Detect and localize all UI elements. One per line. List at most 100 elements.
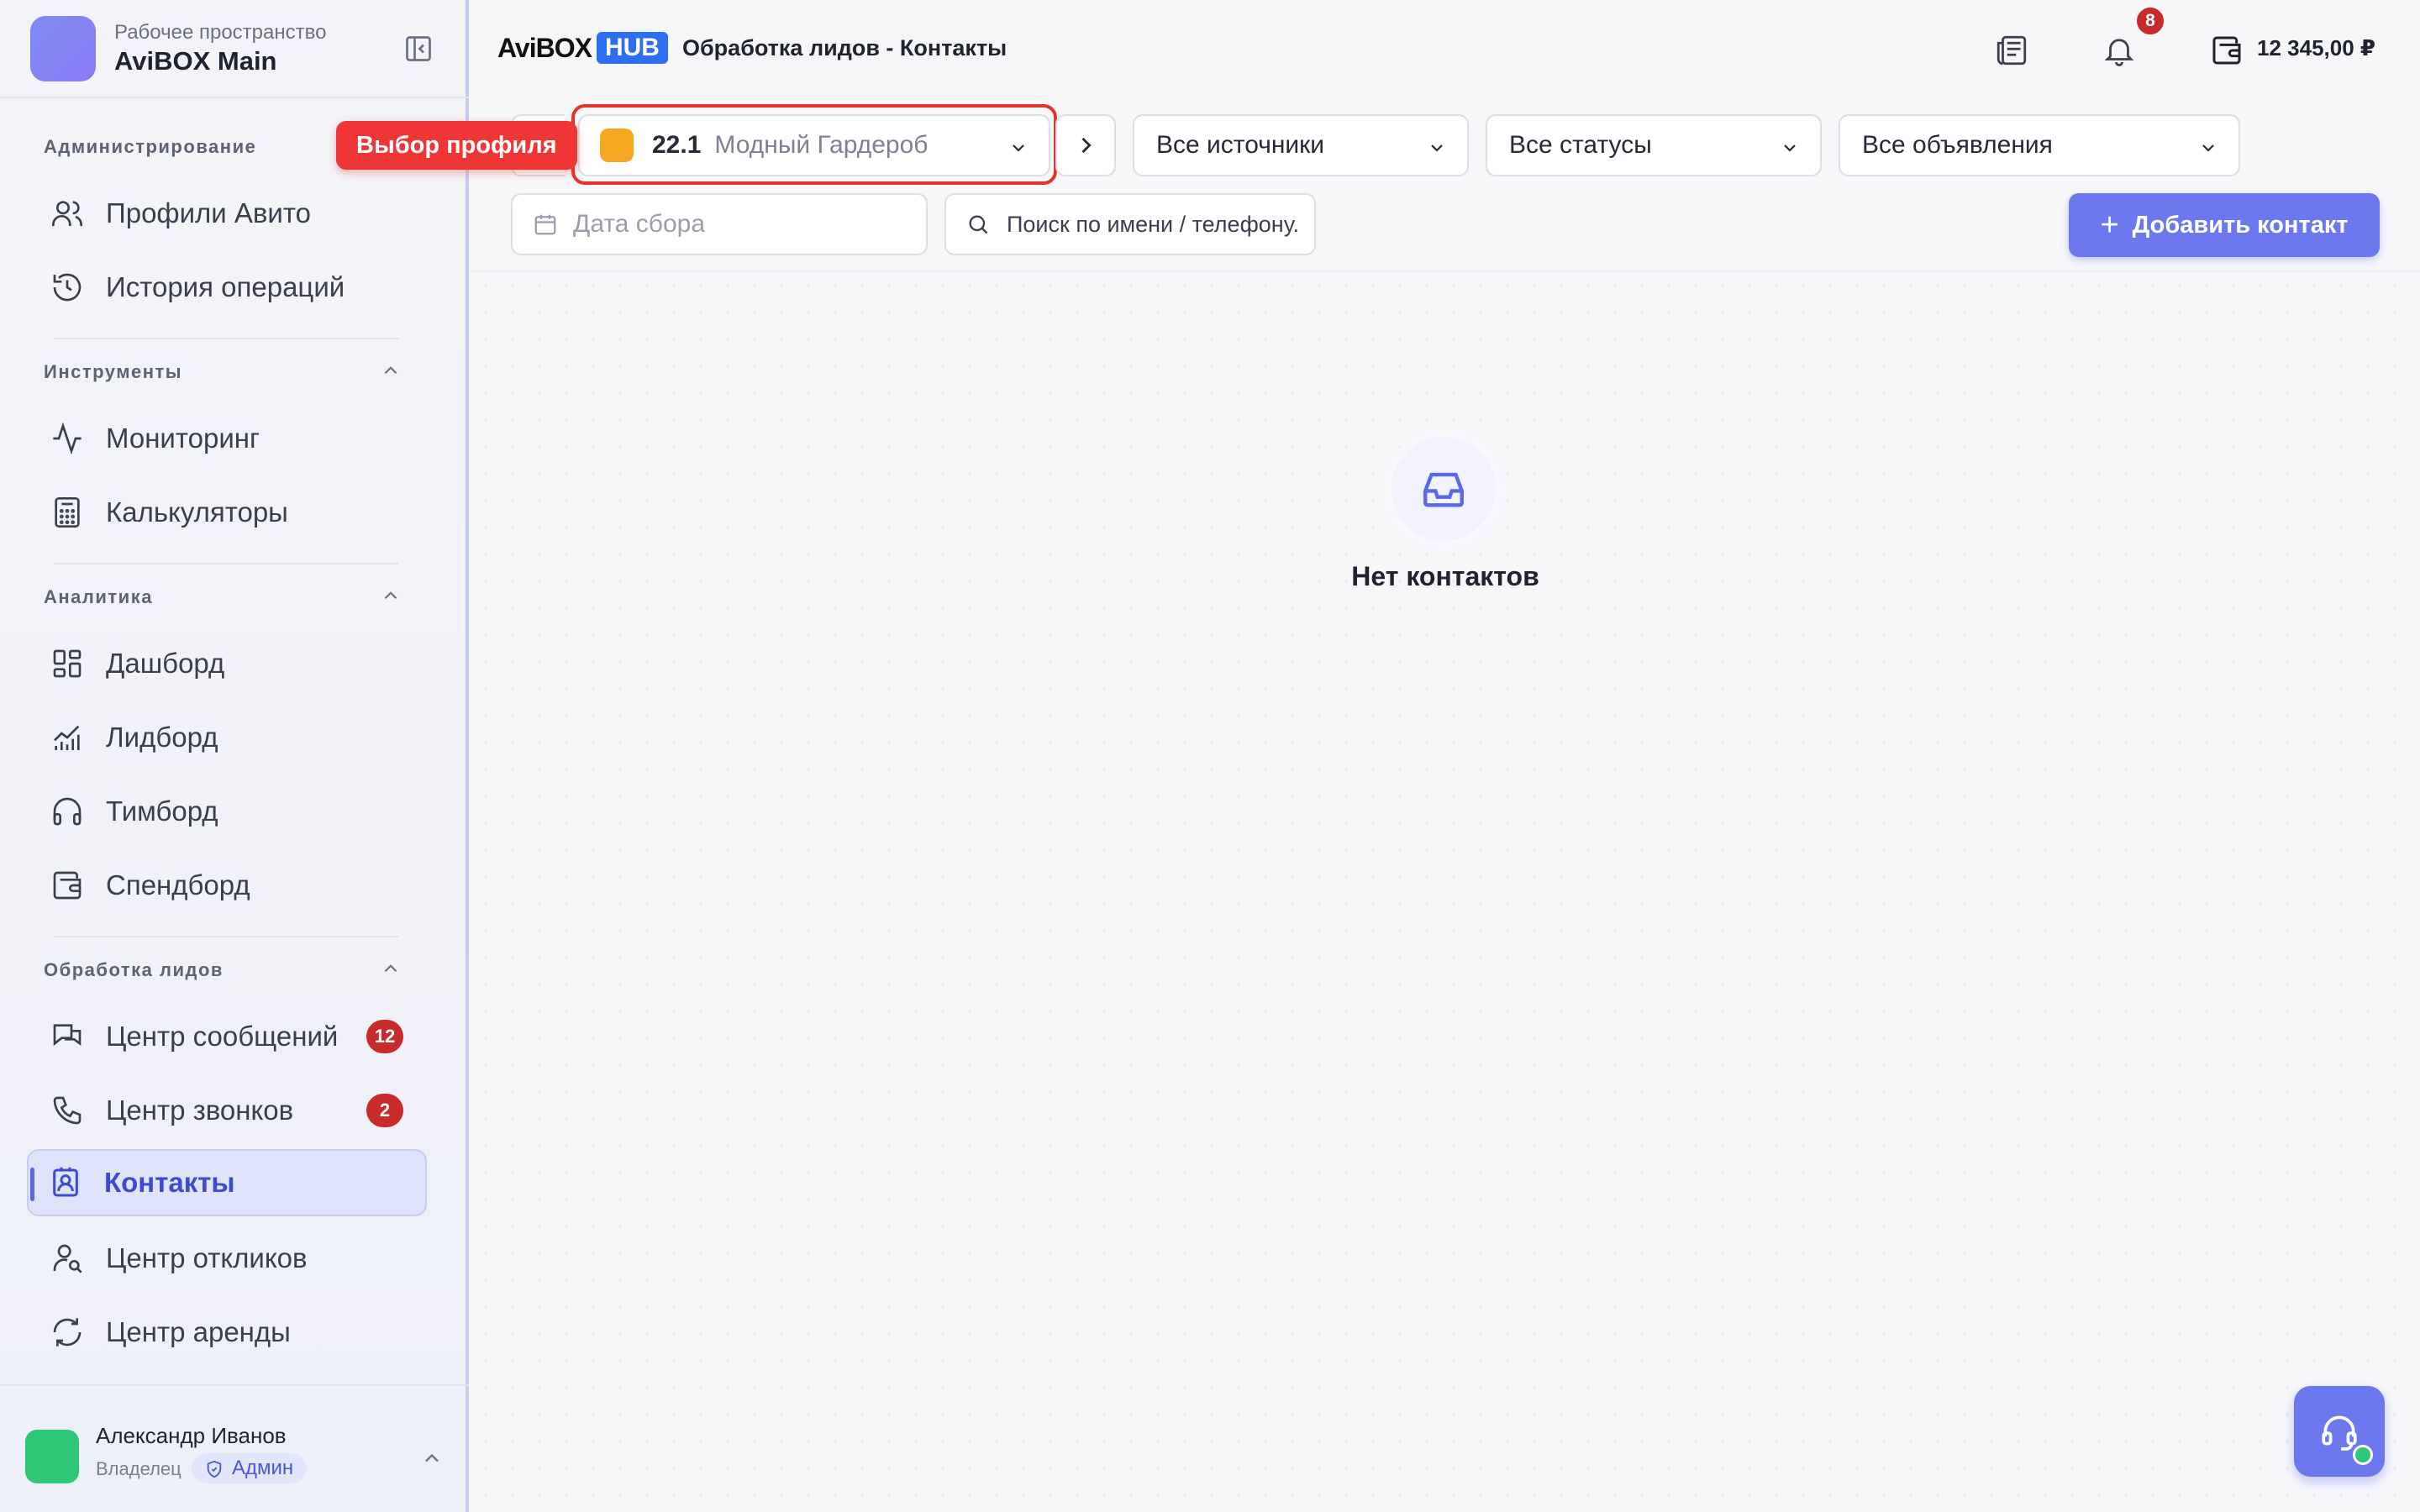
sidebar-item-label: Профили Авито [106,197,311,228]
sidebar-item-label: Центр звонков [106,1095,294,1126]
breadcrumb: Обработка лидов - Контакты [682,35,1007,60]
sidebar-item-label: Центр откликов [106,1242,308,1273]
sidebar-item-label: Калькуляторы [106,496,288,528]
divider [0,97,469,98]
chevron-right-icon [1081,137,1092,154]
profile-select-highlight [571,104,1057,185]
collapse-sidebar-icon[interactable] [403,34,434,64]
search-input[interactable]: Поиск по имени / телефону. [944,193,1316,255]
news-icon[interactable] [1991,30,2032,71]
ads-filter[interactable]: Все объявления [1839,114,2240,176]
sidebar-item-rent[interactable]: Центр аренды [30,1299,425,1366]
headset-icon [2322,1415,2357,1451]
balance[interactable]: 12 345,00 ₽ [2257,35,2375,61]
activity-icon [49,420,86,457]
notifications-badge: 8 [2134,5,2166,37]
next-profile-button[interactable] [1055,114,1116,176]
sidebar: Рабочее пространство AviBOX Main Админис… [0,0,469,1512]
divider [54,936,398,937]
sidebar-item-label: История операций [106,271,345,302]
sidebar-item-responses[interactable]: Центр откликов [30,1225,425,1292]
online-indicator [2353,1445,2373,1465]
sidebar-item-label: Спендборд [106,869,250,900]
status-filter[interactable]: Все статусы [1486,114,1822,176]
search-placeholder: Поиск по имени / телефону. [1007,211,1300,237]
section-tools-title[interactable]: Инструменты [44,361,397,383]
ads-filter-value: Все объявления [1862,131,2053,159]
add-contact-label: Добавить контакт [2132,211,2349,239]
headphones-icon [49,793,86,830]
sidebar-item-calls[interactable]: Центр звонков 2 [30,1077,425,1144]
sidebar-item-label: Лидборд [106,722,218,753]
sidebar-item-teamboard[interactable]: Тимборд [30,778,425,845]
user-name: Александр Иванов [96,1423,287,1448]
profile-select-tooltip: Выбор профиля [336,121,577,170]
sidebar-item-contacts[interactable]: Контакты [27,1149,427,1216]
chevron-up-icon [425,1453,439,1462]
bell-icon[interactable] [2099,30,2139,71]
brand-logo[interactable]: AviBOX HUB [497,32,668,64]
inbox-icon [1392,437,1496,541]
sidebar-item-label: Центр аренды [106,1316,291,1347]
empty-state-message: Нет контактов [1351,561,1539,591]
unread-badge: 12 [366,1020,403,1053]
user-role: Владелец [96,1458,182,1479]
source-filter-value: Все источники [1156,131,1325,159]
support-button[interactable] [2294,1386,2385,1477]
sidebar-item-messages[interactable]: Центр сообщений 12 [30,1003,425,1070]
divider [54,563,398,564]
shield-icon [207,1460,222,1478]
section-label: Инструменты [44,361,183,382]
phone-icon [49,1092,86,1129]
missed-calls-badge: 2 [366,1094,403,1127]
sidebar-item-monitoring[interactable]: Мониторинг [30,405,425,472]
messages-icon [49,1018,86,1055]
workspace-name: AviBOX Main [114,46,277,76]
chart-icon [49,719,86,756]
section-leads-title[interactable]: Обработка лидов [44,959,397,981]
chevron-down-icon [1431,144,1443,152]
chevron-up-icon [384,591,397,600]
sidebar-item-leadboard[interactable]: Лидборд [30,704,425,771]
workspace-logo [30,16,96,81]
wallet-icon[interactable] [2207,30,2247,71]
sidebar-item-spendboard[interactable]: Спендборд [30,852,425,919]
sidebar-item-dashboard[interactable]: Дашборд [30,630,425,697]
chevron-up-icon [384,366,397,375]
search-icon [969,215,988,234]
sidebar-item-label: Центр сообщений [106,1021,339,1052]
plus-icon: + [2100,207,2119,243]
avatar [25,1430,79,1483]
section-admin-title: Администрирование [44,136,257,157]
sidebar-item-avito-profiles[interactable]: Профили Авито [30,180,425,247]
section-analytics-title[interactable]: Аналитика [44,586,397,608]
workspace-switcher[interactable]: Рабочее пространство AviBOX Main [30,15,450,82]
refresh-icon [49,1314,86,1351]
dashboard-icon [49,645,86,682]
user-menu[interactable]: Александр Иванов Владелец Админ [0,1384,469,1512]
users-icon [49,195,86,232]
calendar-icon [534,214,556,235]
chevron-up-icon [384,964,397,973]
sidebar-item-label: Контакты [104,1167,235,1198]
wallet-icon [49,867,86,904]
brand-hub: HUB [596,32,668,64]
section-label: Обработка лидов [44,959,224,980]
add-contact-button[interactable]: + Добавить контакт [2069,193,2380,257]
source-filter[interactable]: Все источники [1133,114,1469,176]
sidebar-item-label: Мониторинг [106,423,260,454]
admin-badge: Админ [192,1453,308,1483]
user-search-icon [49,1240,86,1277]
section-label: Аналитика [44,586,153,607]
admin-badge-label: Админ [232,1457,294,1479]
sidebar-item-history[interactable]: История операций [30,254,425,321]
status-filter-value: Все статусы [1509,131,1652,159]
calculator-icon [49,494,86,531]
chevron-down-icon [2202,144,2214,152]
contact-card-icon [47,1164,84,1201]
date-filter-input[interactable]: Дата сбора [511,193,928,255]
chevron-down-icon [1784,144,1796,152]
history-icon [49,269,86,306]
workspace-subtitle: Рабочее пространство [114,21,327,44]
sidebar-item-calculators[interactable]: Калькуляторы [30,479,425,546]
